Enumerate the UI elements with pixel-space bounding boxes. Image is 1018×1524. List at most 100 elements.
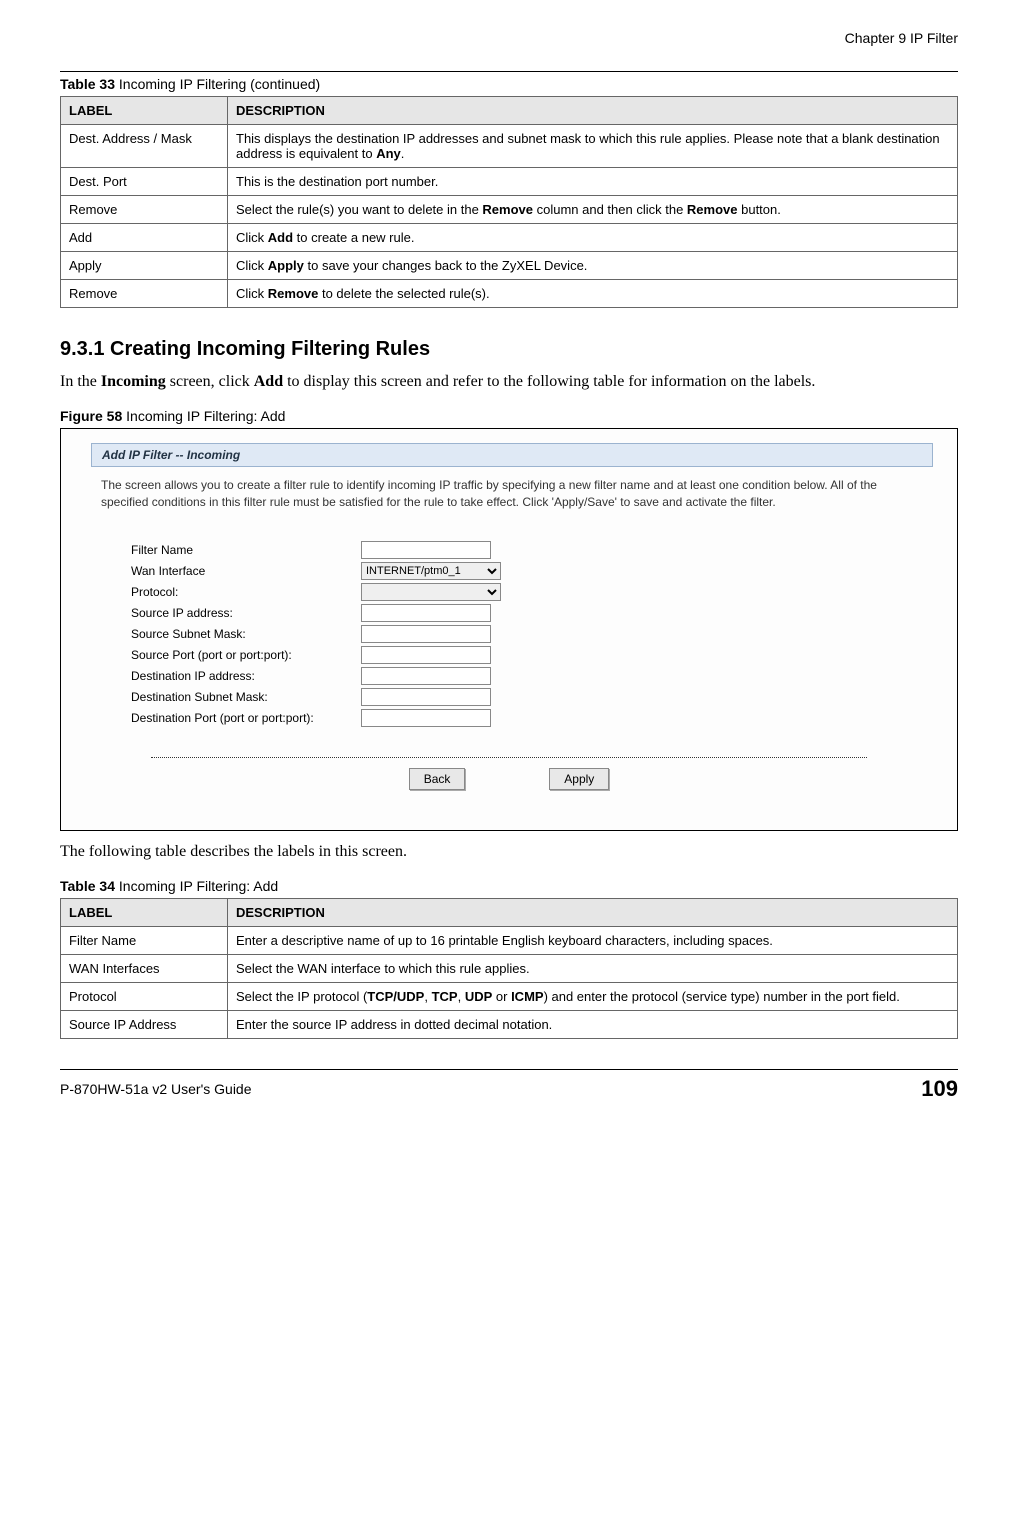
label-dst-mask: Destination Subnet Mask: (71, 690, 361, 704)
src-port-input[interactable] (361, 646, 491, 664)
text: column and then click the (533, 202, 687, 217)
text: Select the rule(s) you want to delete in… (236, 202, 482, 217)
text: or (492, 989, 511, 1004)
t34-r1-label: WAN Interfaces (61, 955, 228, 983)
t33-r5-label: Remove (61, 280, 228, 308)
text: ICMP (511, 989, 544, 1004)
t33-r4-desc: Click Apply to save your changes back to… (228, 252, 958, 280)
table-row: Filter Name Enter a descriptive name of … (61, 927, 958, 955)
table34-caption: Table 34 Incoming IP Filtering: Add (60, 878, 958, 894)
table34-caption-rest: Incoming IP Filtering: Add (115, 878, 278, 894)
label-src-mask: Source Subnet Mask: (71, 627, 361, 641)
form-row-src-ip: Source IP address: (71, 604, 947, 622)
text: Click (236, 286, 268, 301)
dst-ip-input[interactable] (361, 667, 491, 685)
footer-page-number: 109 (921, 1076, 958, 1102)
t34-r0-desc: Enter a descriptive name of up to 16 pri… (228, 927, 958, 955)
text: ) and enter the protocol (service type) … (544, 989, 900, 1004)
table33-caption-rest: Incoming IP Filtering (continued) (115, 76, 320, 92)
t34-r3-label: Source IP Address (61, 1011, 228, 1039)
form-row-dst-mask: Destination Subnet Mask: (71, 688, 947, 706)
panel-intro: The screen allows you to create a filter… (101, 477, 927, 511)
table33-th-label: LABEL (61, 97, 228, 125)
text: to delete the selected rule(s). (318, 286, 489, 301)
form-row-src-port: Source Port (port or port:port): (71, 646, 947, 664)
text: , (424, 989, 431, 1004)
text: , (458, 989, 465, 1004)
t33-r0-desc: This displays the destination IP address… (228, 125, 958, 168)
after-figure-text: The following table describes the labels… (60, 841, 958, 863)
figure-caption: Figure 58 Incoming IP Filtering: Add (60, 408, 958, 424)
separator (151, 757, 867, 758)
chapter-header: Chapter 9 IP Filter (60, 30, 958, 46)
t33-r4-label: Apply (61, 252, 228, 280)
t33-r2-desc: Select the rule(s) you want to delete in… (228, 196, 958, 224)
dst-port-input[interactable] (361, 709, 491, 727)
table-row: Remove Click Remove to delete the select… (61, 280, 958, 308)
label-protocol: Protocol: (71, 585, 361, 599)
t33-r0-label: Dest. Address / Mask (61, 125, 228, 168)
text: to display this screen and refer to the … (283, 373, 815, 390)
t34-r1-desc: Select the WAN interface to which this r… (228, 955, 958, 983)
section-heading: 9.3.1 Creating Incoming Filtering Rules (60, 338, 958, 361)
src-ip-input[interactable] (361, 604, 491, 622)
t34-r3-desc: Enter the source IP address in dotted de… (228, 1011, 958, 1039)
apply-button[interactable]: Apply (549, 768, 609, 790)
table-row: Dest. Address / Mask This displays the d… (61, 125, 958, 168)
section-intro: In the Incoming screen, click Add to dis… (60, 371, 958, 393)
table-row: WAN Interfaces Select the WAN interface … (61, 955, 958, 983)
table33-caption-bold: Table 33 (60, 76, 115, 92)
table33-th-desc: DESCRIPTION (228, 97, 958, 125)
label-src-port: Source Port (port or port:port): (71, 648, 361, 662)
table-row: Add Click Add to create a new rule. (61, 224, 958, 252)
label-dst-ip: Destination IP address: (71, 669, 361, 683)
text: to create a new rule. (293, 230, 414, 245)
table-row: Apply Click Apply to save your changes b… (61, 252, 958, 280)
label-filter-name: Filter Name (71, 543, 361, 557)
text: Select the IP protocol ( (236, 989, 367, 1004)
filter-name-input[interactable] (361, 541, 491, 559)
t34-r0-label: Filter Name (61, 927, 228, 955)
text: Incoming (101, 373, 166, 390)
form-row-protocol: Protocol: (71, 583, 947, 601)
protocol-select[interactable] (361, 583, 501, 601)
t33-r3-label: Add (61, 224, 228, 252)
src-mask-input[interactable] (361, 625, 491, 643)
text: button. (738, 202, 781, 217)
t33-r1-label: Dest. Port (61, 168, 228, 196)
label-dst-port: Destination Port (port or port:port): (71, 711, 361, 725)
text: . (401, 146, 405, 161)
panel-title: Add IP Filter -- Incoming (91, 443, 933, 467)
text: UDP (465, 989, 492, 1004)
table34-th-desc: DESCRIPTION (228, 899, 958, 927)
table-row: Protocol Select the IP protocol (TCP/UDP… (61, 983, 958, 1011)
footer-guide: P-870HW-51a v2 User's Guide (60, 1081, 252, 1097)
dst-mask-input[interactable] (361, 688, 491, 706)
t33-r1-desc: This is the destination port number. (228, 168, 958, 196)
text: TCP/UDP (367, 989, 424, 1004)
table-row: Source IP Address Enter the source IP ad… (61, 1011, 958, 1039)
label-wan-interface: Wan Interface (71, 564, 361, 578)
table34: LABEL DESCRIPTION Filter Name Enter a de… (60, 898, 958, 1039)
form-row-filter-name: Filter Name (71, 541, 947, 559)
figure-caption-rest: Incoming IP Filtering: Add (122, 408, 285, 424)
table34-caption-bold: Table 34 (60, 878, 115, 894)
text: TCP (432, 989, 458, 1004)
text: Remove (482, 202, 533, 217)
text: Any (376, 146, 401, 161)
figure-box: Add IP Filter -- Incoming The screen all… (60, 428, 958, 831)
text: screen, click (166, 373, 254, 390)
back-button[interactable]: Back (409, 768, 466, 790)
wan-interface-select[interactable]: INTERNET/ptm0_1 (361, 562, 501, 580)
text: In the (60, 373, 101, 390)
form-row-src-mask: Source Subnet Mask: (71, 625, 947, 643)
text: Click (236, 258, 268, 273)
text: Remove (268, 286, 319, 301)
form-row-dst-ip: Destination IP address: (71, 667, 947, 685)
form-row-dst-port: Destination Port (port or port:port): (71, 709, 947, 727)
text: Apply (268, 258, 304, 273)
figure-caption-bold: Figure 58 (60, 408, 122, 424)
button-row: Back Apply (71, 768, 947, 790)
table-row: Dest. Port This is the destination port … (61, 168, 958, 196)
table33-caption: Table 33 Incoming IP Filtering (continue… (60, 76, 958, 92)
